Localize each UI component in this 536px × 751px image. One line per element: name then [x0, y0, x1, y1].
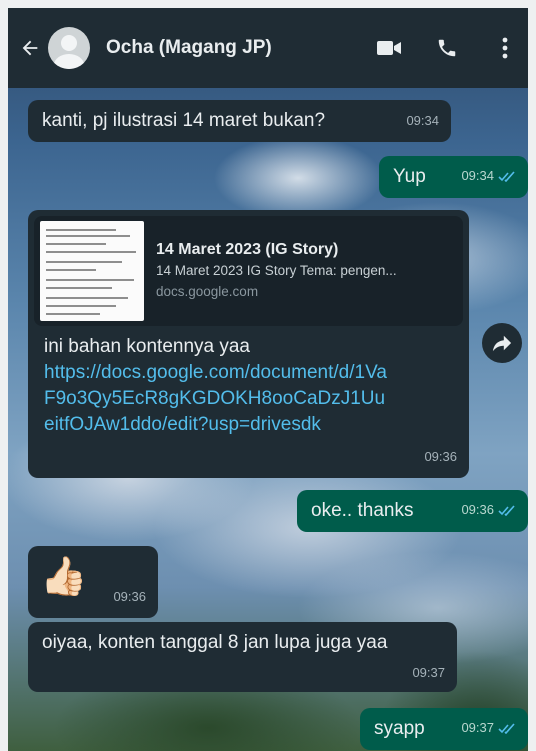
- phone-icon[interactable]: [432, 33, 462, 63]
- incoming-message[interactable]: oiyaa, konten tanggal 8 jan lupa juga ya…: [28, 622, 457, 692]
- video-call-icon[interactable]: [374, 33, 404, 63]
- thumb-line: [46, 313, 100, 315]
- link-preview-domain: docs.google.com: [156, 284, 259, 299]
- thumb-line: [46, 235, 130, 237]
- message-time: 09:36: [424, 449, 457, 464]
- thumbs-up-emoji: 👍🏻: [40, 556, 88, 598]
- message-meta: 09:37: [461, 715, 516, 741]
- link-preview-description: 14 Maret 2023 IG Story Tema: pengen...: [156, 263, 397, 278]
- message-time: 09:37: [461, 720, 494, 735]
- forward-share-button[interactable]: [482, 323, 522, 363]
- message-link[interactable]: https://docs.google.com/document/d/1VaF9…: [44, 360, 394, 438]
- chat-screen: Ocha (Magang JP) kanti, pj ilustrasi 14 …: [8, 8, 528, 751]
- link-preview-text: 14 Maret 2023 (IG Story) 14 Maret 2023 I…: [156, 239, 397, 303]
- message-time: 09:36: [461, 502, 494, 517]
- thumb-line: [46, 297, 128, 299]
- outgoing-message[interactable]: syapp 09:37: [360, 708, 528, 750]
- message-text: oke.. thanks: [311, 500, 414, 521]
- message-body: ini bahan kontennya yaa https://docs.goo…: [34, 326, 463, 438]
- incoming-emoji-message[interactable]: 👍🏻 09:36: [28, 546, 158, 618]
- message-time: 09:34: [461, 168, 494, 183]
- message-text: Yup: [393, 166, 426, 187]
- link-preview-title: 14 Maret 2023 (IG Story): [156, 241, 339, 258]
- thumb-line: [46, 279, 134, 281]
- avatar-body-shape: [54, 54, 84, 69]
- message-meta: 09:34: [461, 163, 516, 189]
- message-time: 09:36: [113, 589, 146, 604]
- outgoing-message[interactable]: oke.. thanks 09:36: [297, 490, 528, 532]
- incoming-link-message[interactable]: 14 Maret 2023 (IG Story) 14 Maret 2023 I…: [28, 210, 469, 478]
- message-text: ini bahan kontennya yaa: [44, 336, 250, 357]
- contact-name[interactable]: Ocha (Magang JP): [106, 37, 374, 59]
- link-preview-card[interactable]: 14 Maret 2023 (IG Story) 14 Maret 2023 I…: [34, 216, 463, 326]
- message-meta: 09:36: [461, 497, 516, 523]
- thumb-line: [46, 269, 96, 271]
- read-ticks-icon: [498, 170, 515, 182]
- thumb-line: [46, 229, 116, 231]
- document-thumbnail: [40, 221, 144, 321]
- thumb-line: [46, 305, 116, 307]
- thumb-line: [46, 261, 122, 263]
- message-time: 09:37: [412, 665, 445, 680]
- avatar-head-shape: [61, 35, 77, 51]
- message-text: syapp: [374, 718, 425, 739]
- message-text: kanti, pj ilustrasi 14 maret bukan?: [42, 110, 326, 131]
- thumb-line: [46, 243, 106, 245]
- incoming-message[interactable]: kanti, pj ilustrasi 14 maret bukan? 09:3…: [28, 100, 451, 142]
- forward-icon: [492, 335, 512, 352]
- avatar[interactable]: [48, 27, 90, 69]
- chat-header: Ocha (Magang JP): [8, 8, 528, 88]
- read-ticks-icon: [498, 504, 515, 516]
- message-text: oiyaa, konten tanggal 8 jan lupa juga ya…: [42, 632, 388, 653]
- thumb-line: [46, 251, 136, 253]
- back-arrow-icon[interactable]: [14, 32, 46, 64]
- more-vertical-icon[interactable]: [490, 33, 520, 63]
- read-ticks-icon: [498, 722, 515, 734]
- thumb-line: [46, 287, 112, 289]
- outgoing-message[interactable]: Yup 09:34: [379, 156, 528, 198]
- message-time: 09:34: [406, 113, 439, 128]
